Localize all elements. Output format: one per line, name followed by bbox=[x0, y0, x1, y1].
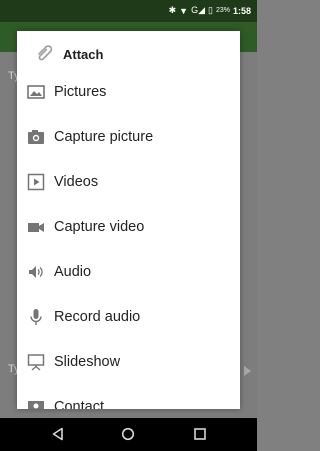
slideshow-icon bbox=[27, 354, 45, 371]
menu-item-record-audio[interactable]: Record audio bbox=[17, 296, 240, 341]
recents-icon[interactable] bbox=[193, 427, 207, 441]
menu-item-label: Audio bbox=[54, 264, 92, 280]
status-time: 1:58 bbox=[232, 5, 251, 16]
home-icon[interactable] bbox=[121, 427, 135, 441]
menu-item-capture-picture[interactable]: Capture picture bbox=[17, 116, 240, 161]
battery-icon: ▯ bbox=[208, 5, 213, 15]
paperclip-icon bbox=[38, 45, 53, 61]
menu-item-capture-video[interactable]: Capture video bbox=[17, 206, 240, 251]
status-bar: ✱ ▼ G◢ ▯ 23% 1:58 bbox=[0, 0, 257, 22]
menu-item-label: Videos bbox=[54, 174, 99, 190]
menu-item-label: Pictures bbox=[54, 84, 107, 100]
menu-item-label: Capture picture bbox=[54, 129, 154, 145]
menu-item-label: Capture video bbox=[54, 219, 145, 235]
videocam-icon bbox=[28, 223, 44, 232]
navigation-bar bbox=[0, 418, 257, 451]
menu-item-videos[interactable]: Videos bbox=[17, 161, 240, 206]
attach-dialog: Attach Pictures Capture picture Videos C… bbox=[17, 31, 240, 409]
wifi-icon: ▼ bbox=[179, 5, 189, 16]
back-icon[interactable] bbox=[51, 427, 65, 441]
menu-item-contact[interactable]: Contact bbox=[17, 386, 240, 409]
dialog-title: Attach bbox=[63, 47, 104, 62]
send-icon[interactable] bbox=[244, 366, 251, 376]
contact-icon bbox=[28, 401, 44, 409]
image-icon bbox=[27, 85, 45, 99]
menu-item-pictures[interactable]: Pictures bbox=[17, 71, 240, 116]
microphone-icon bbox=[30, 309, 42, 325]
camera-icon bbox=[28, 130, 44, 144]
menu-item-label: Contact bbox=[54, 399, 104, 409]
speaker-icon bbox=[29, 266, 43, 278]
menu-item-label: Slideshow bbox=[54, 354, 121, 370]
menu-item-audio[interactable]: Audio bbox=[17, 251, 240, 296]
menu-item-slideshow[interactable]: Slideshow bbox=[17, 341, 240, 386]
network-g-icon: G◢ bbox=[191, 5, 206, 15]
menu-item-label: Record audio bbox=[54, 309, 141, 325]
video-file-icon bbox=[27, 173, 45, 191]
battery-percent: 23% bbox=[215, 7, 230, 14]
bluetooth-icon: ✱ bbox=[168, 5, 177, 15]
status-icons: ✱ ▼ G◢ ▯ 23% 1:58 bbox=[169, 5, 251, 16]
